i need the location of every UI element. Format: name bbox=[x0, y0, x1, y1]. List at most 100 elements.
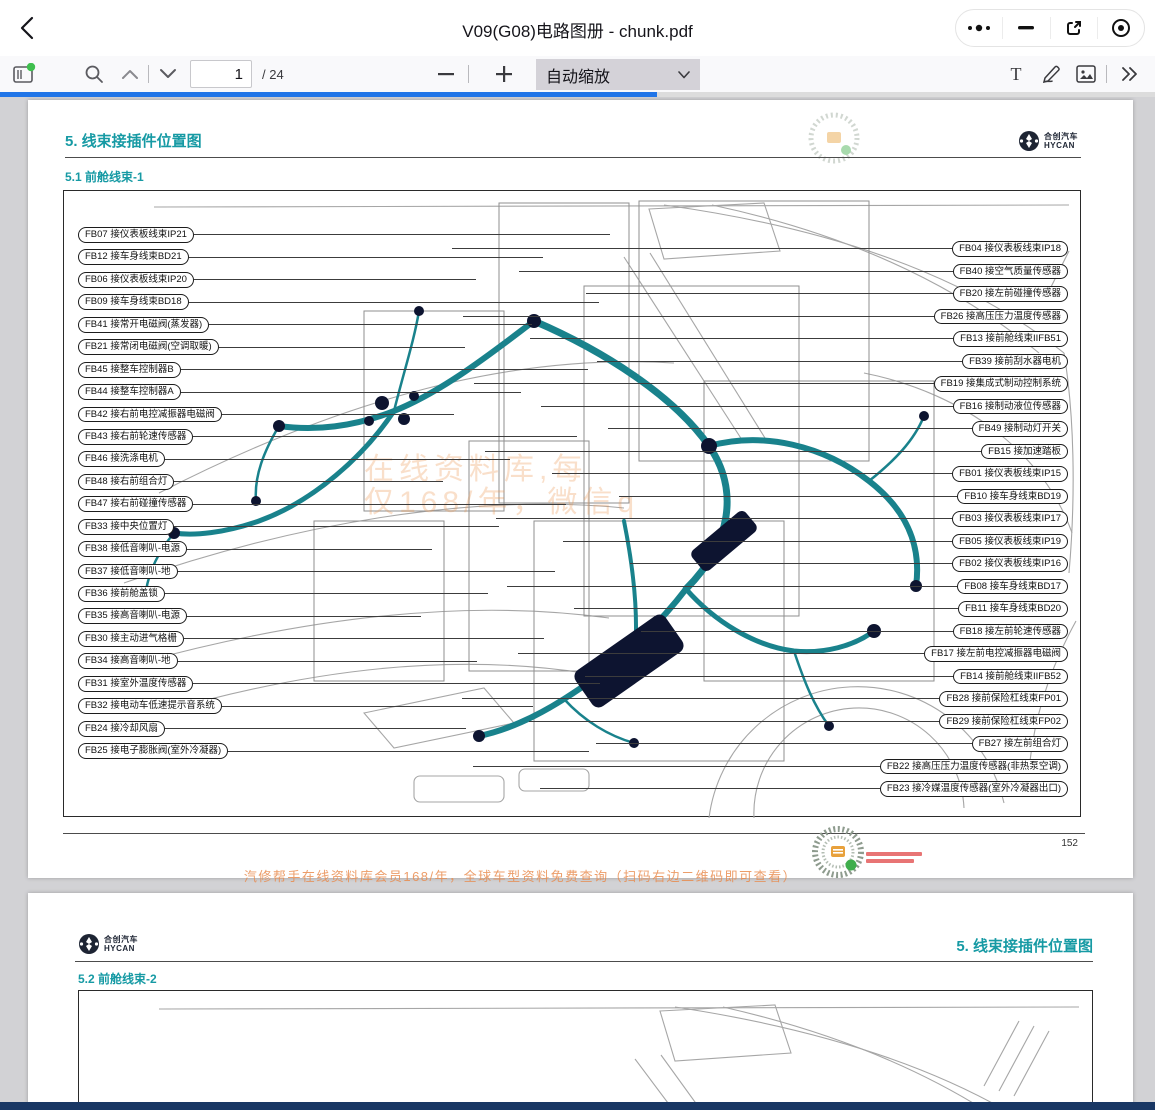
connector-label[interactable]: FB39 接前刮水器电机 bbox=[962, 354, 1068, 370]
leader-line bbox=[530, 338, 953, 339]
hycan-logo-icon bbox=[78, 933, 100, 955]
connector-label[interactable]: FB31 接室外温度传感器 bbox=[78, 676, 193, 692]
connector-label[interactable]: FB01 接仪表板线束IP15 bbox=[952, 466, 1068, 482]
leader-line bbox=[641, 631, 953, 632]
connector-label[interactable]: FB21 接常闭电磁阀(空调取暖) bbox=[78, 339, 219, 355]
connector-label[interactable]: FB27 接左前组合灯 bbox=[972, 736, 1068, 752]
connector-label[interactable]: FB17 接左前电控减振器电磁阀 bbox=[924, 646, 1068, 662]
connector-label[interactable]: FB40 接空气质量传感器 bbox=[953, 264, 1068, 280]
connector-label[interactable]: FB09 接车身线束BD18 bbox=[78, 294, 189, 310]
search-icon[interactable] bbox=[82, 62, 106, 86]
connector-label[interactable]: FB24 接冷却风扇 bbox=[78, 721, 165, 737]
connector-label[interactable]: FB20 接左前碰撞传感器 bbox=[953, 286, 1068, 302]
leader-line bbox=[574, 608, 958, 609]
bottom-accent-strip bbox=[0, 1102, 1155, 1110]
connector-label[interactable]: FB22 接高压压力温度传感器(非热泵空调) bbox=[880, 759, 1068, 775]
connector-label[interactable]: FB42 接右前电控减振器电磁阀 bbox=[78, 407, 222, 423]
stamp-caption bbox=[866, 852, 924, 866]
brand-name-en: HYCAN bbox=[104, 944, 138, 953]
connector-label[interactable]: FB08 接车身线束BD17 bbox=[957, 579, 1068, 595]
restore-icon[interactable] bbox=[1050, 17, 1097, 39]
record-close-icon[interactable] bbox=[1097, 17, 1144, 39]
previous-page-icon[interactable] bbox=[118, 62, 142, 86]
connector-label-row: FB49 接制动灯开关 bbox=[424, 421, 1068, 437]
connector-label[interactable]: FB07 接仪表板线束IP21 bbox=[78, 227, 194, 243]
leader-line bbox=[518, 653, 924, 654]
connector-label[interactable]: FB15 接加速踏板 bbox=[981, 444, 1068, 460]
connector-label[interactable]: FB02 接仪表板线束IP16 bbox=[952, 556, 1068, 572]
connector-label[interactable]: FB06 接仪表板线束IP20 bbox=[78, 272, 194, 288]
draw-annotation-icon[interactable] bbox=[1040, 62, 1064, 86]
section-heading: 5. 线束接插件位置图 bbox=[65, 130, 202, 151]
more-tools-icon[interactable] bbox=[1118, 62, 1142, 86]
connector-label[interactable]: FB30 接主动进气格栅 bbox=[78, 631, 184, 647]
connector-label-row: FB26 接高压压力温度传感器 bbox=[424, 309, 1068, 325]
connector-label[interactable]: FB04 接仪表板线束IP18 bbox=[952, 241, 1068, 257]
connector-label[interactable]: FB34 接高音喇叭-地 bbox=[78, 653, 178, 669]
connector-label[interactable]: FB13 接前舱线束IIFB51 bbox=[953, 331, 1068, 347]
hycan-logo-icon bbox=[1018, 130, 1040, 152]
image-annotation-icon[interactable] bbox=[1074, 62, 1098, 86]
connector-label[interactable]: FB18 接左前轮速传感器 bbox=[953, 624, 1068, 640]
footer-rule bbox=[63, 833, 1085, 834]
text-annotation-icon[interactable]: T bbox=[1004, 62, 1028, 86]
minimize-icon[interactable] bbox=[1002, 17, 1049, 39]
connector-label[interactable]: FB26 接高压压力温度传感器 bbox=[934, 309, 1068, 325]
connector-label[interactable]: FB25 接电子膨胀阀(室外冷凝器) bbox=[78, 743, 228, 759]
connector-label[interactable]: FB12 接车身线束BD21 bbox=[78, 249, 189, 265]
connector-label[interactable]: FB29 接前保险杠线束FP02 bbox=[939, 714, 1068, 730]
window-capsule bbox=[955, 9, 1145, 47]
zoom-mode-select[interactable]: 自动缩放 bbox=[536, 59, 700, 90]
connector-label[interactable]: FB14 接前舱线束IIFB52 bbox=[953, 669, 1068, 685]
connector-label[interactable]: FB38 接低音喇叭-电源 bbox=[78, 541, 187, 557]
more-icon[interactable] bbox=[956, 17, 1002, 39]
next-page-icon[interactable] bbox=[156, 62, 180, 86]
leader-line bbox=[194, 234, 610, 235]
connector-label[interactable]: FB11 接车身线束BD20 bbox=[958, 601, 1068, 617]
connector-label[interactable]: FB35 接高音喇叭-电源 bbox=[78, 608, 187, 624]
connector-label[interactable]: FB45 接整车控制器B bbox=[78, 362, 181, 378]
connector-label[interactable]: FB43 接右前轮速传感器 bbox=[78, 429, 193, 445]
connector-label[interactable]: FB48 接右前组合灯 bbox=[78, 474, 174, 490]
leader-line bbox=[187, 549, 432, 550]
page-number-input[interactable] bbox=[190, 60, 252, 88]
leader-line bbox=[165, 728, 466, 729]
connector-label[interactable]: FB19 接集成式制动控制系统 bbox=[934, 376, 1068, 392]
connector-label-row: FB04 接仪表板线束IP18 bbox=[424, 241, 1068, 257]
header-rule bbox=[75, 961, 1093, 962]
leader-line bbox=[586, 293, 953, 294]
connector-label[interactable]: FB32 接电动车低速提示音系统 bbox=[78, 698, 222, 714]
leader-line bbox=[541, 406, 953, 407]
connector-label[interactable]: FB37 接低音喇叭-地 bbox=[78, 564, 178, 580]
toolbar-divider bbox=[1106, 65, 1107, 83]
connector-label[interactable]: FB44 接整车控制器A bbox=[78, 384, 181, 400]
header-rule bbox=[65, 157, 1081, 158]
engine-bay-illustration-2 bbox=[79, 991, 1092, 1110]
leader-line bbox=[529, 721, 939, 722]
connector-label[interactable]: FB47 接右前碰撞传感器 bbox=[78, 496, 193, 512]
connector-label[interactable]: FB05 接仪表板线束IP19 bbox=[952, 534, 1068, 550]
connector-label[interactable]: FB36 接前舱盖锁 bbox=[78, 586, 165, 602]
connector-label-row: FB28 接前保险杠线束FP01 bbox=[424, 691, 1068, 707]
connector-label-row: FB15 接加速踏板 bbox=[424, 444, 1068, 460]
connector-label[interactable]: FB41 接常开电磁阀(蒸发器) bbox=[78, 317, 209, 333]
connector-label[interactable]: FB03 接仪表板线束IP17 bbox=[952, 511, 1068, 527]
page-number-printed: 152 bbox=[1061, 838, 1078, 849]
connector-label[interactable]: FB33 接中央位置灯 bbox=[78, 519, 174, 535]
zoom-in-icon[interactable] bbox=[492, 62, 516, 86]
connector-label-row: FB29 接前保险杠线束FP02 bbox=[424, 714, 1068, 730]
sidebar-toggle-icon[interactable] bbox=[12, 62, 36, 86]
connector-label[interactable]: FB49 接制动灯开关 bbox=[972, 421, 1068, 437]
connector-label[interactable]: FB28 接前保险杠线束FP01 bbox=[939, 691, 1068, 707]
connector-label[interactable]: FB16 接制动液位传感器 bbox=[953, 399, 1068, 415]
subsection-heading: 5.2 前舱线束-2 bbox=[78, 970, 157, 987]
leader-line bbox=[462, 698, 939, 699]
pdf-viewport[interactable]: 5. 线束接插件位置图 合创汽车 HYCAN bbox=[0, 97, 1155, 1110]
connector-label[interactable]: FB10 接车身线束BD19 bbox=[957, 489, 1068, 505]
zoom-out-icon[interactable] bbox=[434, 62, 458, 86]
connector-label[interactable]: FB46 接洗涤电机 bbox=[78, 451, 165, 467]
pdf-page-2: 合创汽车 HYCAN 5. 线束接插件位置图 5.2 前舱线束-2 bbox=[28, 893, 1133, 1110]
leader-line bbox=[174, 481, 443, 482]
leader-line bbox=[519, 271, 953, 272]
connector-label[interactable]: FB23 接冷媒温度传感器(室外冷凝器出口) bbox=[880, 781, 1068, 797]
